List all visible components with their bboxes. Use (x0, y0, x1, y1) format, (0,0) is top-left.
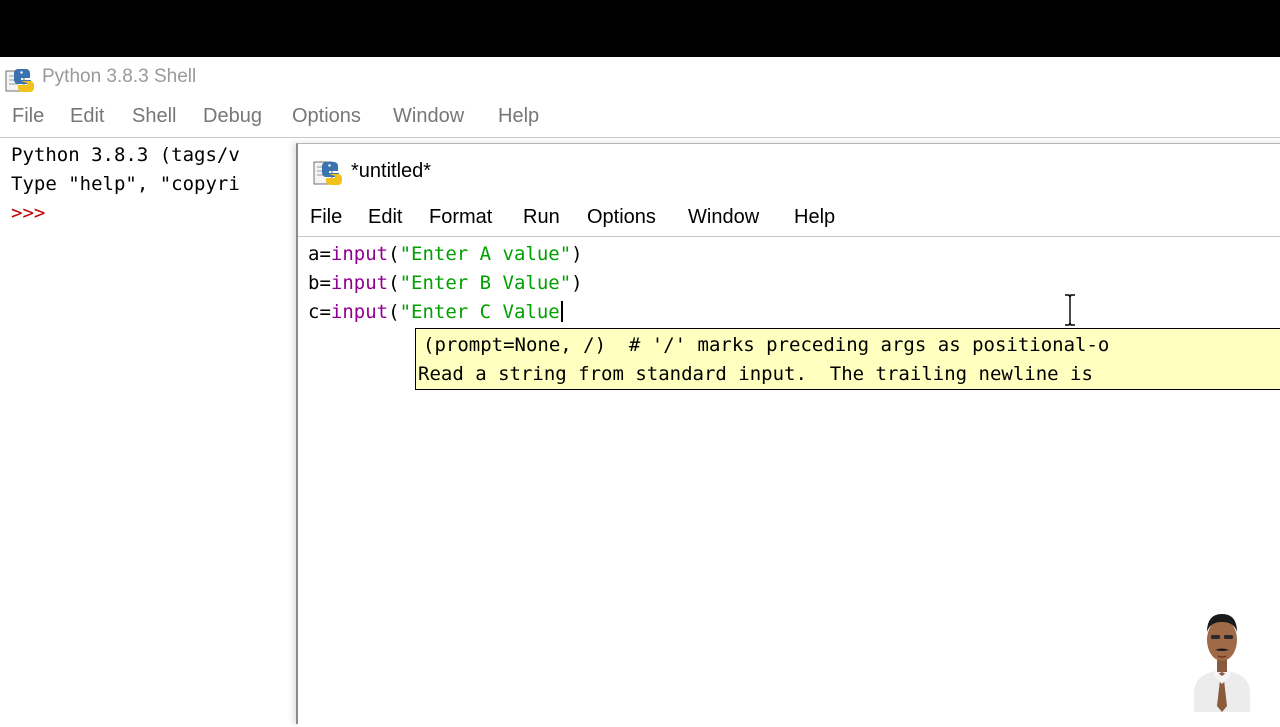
code-builtin: input (330, 272, 389, 294)
code-line-2: b=input("Enter B Value") (308, 272, 583, 294)
shell-prompt: >>> (11, 202, 46, 224)
code-string: "Enter A value" (399, 243, 572, 265)
code-line-1: a=input("Enter A value") (308, 243, 583, 265)
code-operator: = (319, 243, 331, 265)
code-variable: c (308, 301, 320, 323)
ibeam-cursor-icon (1065, 293, 1075, 327)
editor-menu-edit[interactable]: Edit (368, 206, 402, 229)
shell-menu-options[interactable]: Options (292, 105, 361, 128)
shell-help-line: Type "help", "copyri (11, 173, 240, 195)
editor-window: *untitled* File Edit Format Run Options … (296, 143, 1280, 727)
shell-menu-shell[interactable]: Shell (132, 105, 176, 128)
calltip-tooltip: (prompt=None, /) # '/' marks preceding a… (415, 328, 1280, 390)
editor-menubar: File Edit Format Run Options Window Help (298, 200, 1280, 237)
code-string: "Enter C Value (399, 301, 560, 323)
top-black-bar (0, 0, 1280, 57)
editor-menu-options[interactable]: Options (587, 206, 656, 229)
code-string: "Enter B Value" (399, 272, 572, 294)
shell-menu-help[interactable]: Help (498, 105, 539, 128)
editor-menu-run[interactable]: Run (523, 206, 560, 229)
text-cursor (560, 301, 563, 322)
editor-menu-window[interactable]: Window (688, 206, 759, 229)
shell-window-title: Python 3.8.3 Shell (42, 66, 197, 87)
code-paren: ) (571, 272, 583, 294)
editor-menu-file[interactable]: File (310, 206, 342, 229)
shell-titlebar[interactable]: Python 3.8.3 Shell (0, 57, 1280, 99)
editor-window-title: *untitled* (351, 160, 432, 182)
code-builtin: input (330, 243, 389, 265)
code-operator: = (319, 272, 331, 294)
editor-titlebar[interactable]: *untitled* (298, 144, 1280, 200)
python-idle-icon (4, 65, 36, 97)
editor-menu-format[interactable]: Format (429, 206, 492, 229)
calltip-doc: Read a string from standard input. The t… (418, 363, 1093, 385)
editor-menu-help[interactable]: Help (794, 206, 835, 229)
presenter-webcam-icon (1194, 614, 1250, 712)
shell-menu-window[interactable]: Window (393, 105, 464, 128)
shell-menu-file[interactable]: File (12, 105, 44, 128)
editor-text-area[interactable]: a=input("Enter A value") b=input("Enter … (298, 237, 1280, 727)
code-paren: ( (388, 301, 400, 323)
shell-menu-edit[interactable]: Edit (70, 105, 104, 128)
code-paren: ( (388, 243, 400, 265)
code-variable: a (308, 243, 320, 265)
shell-menu-debug[interactable]: Debug (203, 105, 262, 128)
shell-menubar: File Edit Shell Debug Options Window Hel… (0, 99, 1280, 135)
code-line-3: c=input("Enter C Value (308, 301, 563, 323)
python-file-icon (312, 158, 344, 190)
calltip-signature: (prompt=None, /) # '/' marks preceding a… (423, 334, 1110, 356)
code-operator: = (319, 301, 331, 323)
shell-banner-line: Python 3.8.3 (tags/v (11, 144, 240, 166)
code-builtin: input (330, 301, 389, 323)
code-paren: ) (571, 243, 583, 265)
code-paren: ( (388, 272, 400, 294)
code-variable: b (308, 272, 320, 294)
